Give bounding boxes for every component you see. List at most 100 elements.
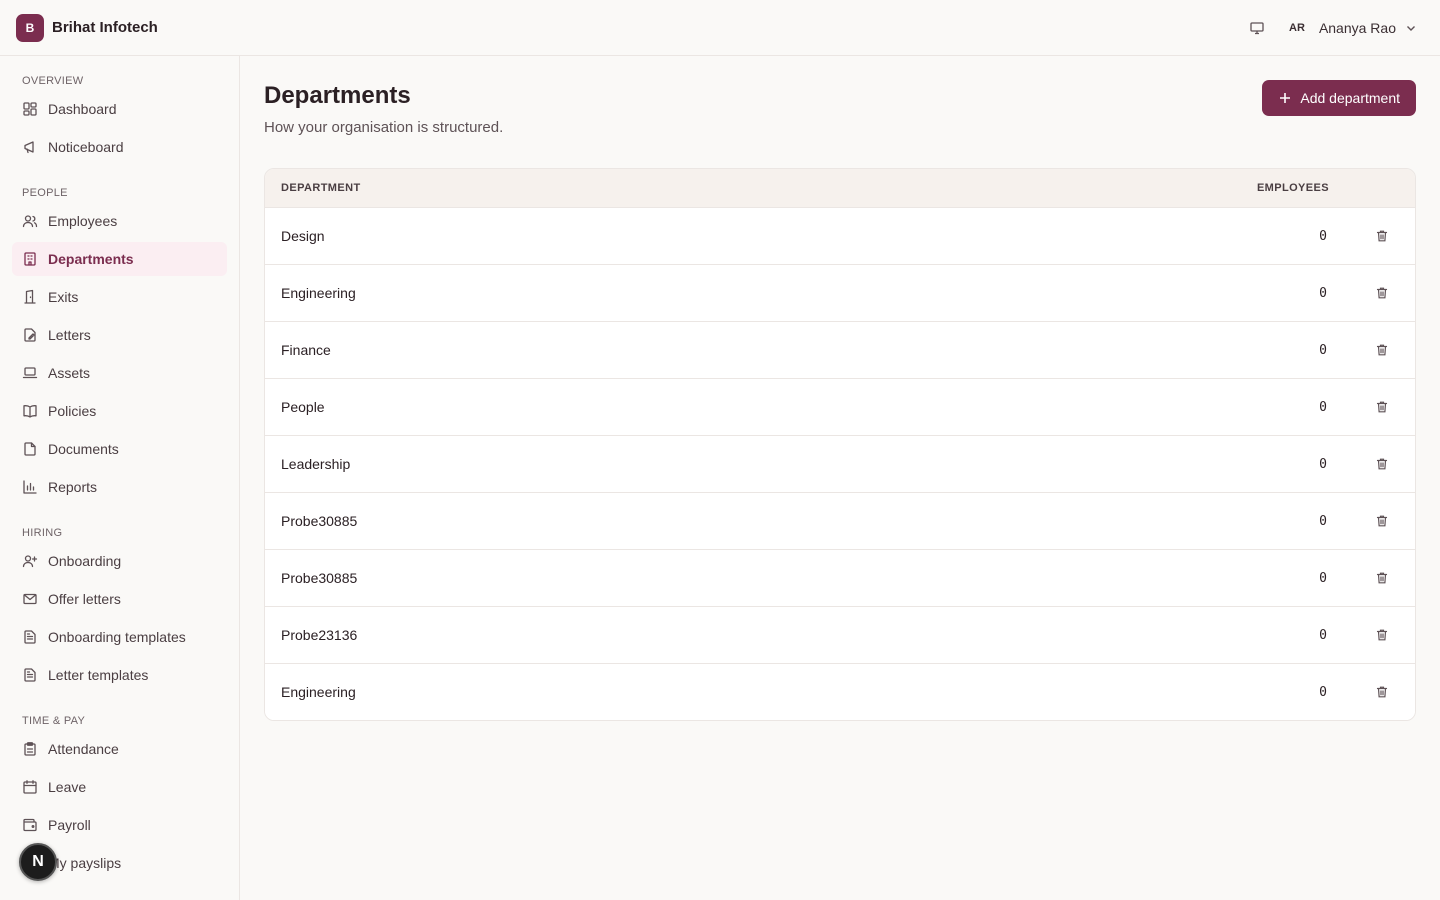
department-name: Probe23136: [281, 627, 358, 643]
table-row[interactable]: Design 0: [265, 208, 1415, 265]
table-row[interactable]: People 0: [265, 379, 1415, 436]
page-subtitle: How your organisation is structured.: [264, 119, 504, 136]
department-name: Engineering: [281, 684, 356, 700]
sidebar-section-1: PEOPLE Employees Departments Exits Letters As…: [12, 186, 227, 508]
trash-icon: [1376, 230, 1388, 242]
user-name[interactable]: Ananya Rao: [1319, 20, 1396, 36]
sidebar-item-label: Attendance: [48, 741, 119, 757]
sidebar-item-leave[interactable]: Leave: [12, 770, 227, 804]
sidebar-section-label: OVERVIEW: [22, 75, 84, 87]
sidebar-item-label: Employees: [48, 213, 118, 229]
employee-count: 0: [1319, 342, 1327, 358]
megaphone-icon: [22, 139, 38, 155]
sidebar-item-label: Departments: [48, 251, 134, 267]
department-name: Engineering: [281, 285, 356, 301]
brand[interactable]: B Brihat Infotech: [16, 13, 158, 42]
table-row[interactable]: Engineering 0: [265, 265, 1415, 322]
user-plus-icon: [22, 553, 38, 569]
sidebar-item-dashboard[interactable]: Dashboard: [12, 92, 227, 126]
sidebar-item-label: Letters: [48, 327, 91, 343]
employee-count: 0: [1319, 228, 1327, 244]
trash-icon: [1376, 344, 1388, 356]
delete-department-button[interactable]: [1367, 449, 1397, 479]
sidebar-item-policies[interactable]: Policies: [12, 394, 227, 428]
department-name: Probe30885: [281, 513, 358, 529]
delete-department-button[interactable]: [1367, 392, 1397, 422]
trash-icon: [1376, 515, 1388, 527]
sidebar-item-letter-templates[interactable]: Letter templates: [12, 658, 227, 692]
table-row[interactable]: Probe30885 0: [265, 550, 1415, 607]
trash-icon: [1376, 572, 1388, 584]
sidebar-item-onboarding[interactable]: Onboarding: [12, 544, 227, 578]
employee-count: 0: [1319, 627, 1327, 643]
sidebar-item-assets[interactable]: Assets: [12, 356, 227, 390]
book-icon: [22, 403, 38, 419]
top-bar: B Brihat Infotech AR Ananya Rao: [0, 0, 1440, 56]
employee-count: 0: [1319, 513, 1327, 529]
employee-count: 0: [1319, 399, 1327, 415]
door-icon: [22, 289, 38, 305]
sidebar-section-label: HIRING: [22, 527, 63, 539]
sidebar-item-attendance[interactable]: Attendance: [12, 732, 227, 766]
trash-icon: [1376, 401, 1388, 413]
sidebar-item-employees[interactable]: Employees: [12, 204, 227, 238]
column-header-employees: EMPLOYEES: [1256, 182, 1329, 194]
sidebar-item-label: Payroll: [48, 817, 91, 833]
sidebar-item-onboarding-templates[interactable]: Onboarding templates: [12, 620, 227, 654]
user-avatar-initials[interactable]: AR: [1289, 22, 1305, 34]
department-name: Leadership: [281, 456, 351, 472]
sidebar-item-documents[interactable]: Documents: [12, 432, 227, 466]
sidebar-item-label: Onboarding: [48, 553, 122, 569]
delete-department-button[interactable]: [1367, 506, 1397, 536]
sidebar-item-offer-letters[interactable]: Offer letters: [12, 582, 227, 616]
sidebar-item-exits[interactable]: Exits: [12, 280, 227, 314]
sidebar-item-label: Policies: [48, 403, 97, 419]
sidebar-item-noticeboard[interactable]: Noticeboard: [12, 130, 227, 164]
sidebar-section-label: PEOPLE: [22, 187, 68, 199]
sidebar-item-label: Leave: [48, 779, 87, 795]
brand-logo: B: [16, 13, 44, 42]
sidebar-item-label: Exits: [48, 289, 79, 305]
add-department-button[interactable]: Add department: [1262, 80, 1416, 116]
bar-chart-icon: [22, 479, 38, 495]
sidebar-item-payroll[interactable]: Payroll: [12, 808, 227, 842]
file-text-icon: [22, 667, 38, 683]
topbar-right: AR Ananya Rao: [1249, 20, 1424, 36]
mail-icon: [22, 591, 38, 607]
sidebar-item-letters[interactable]: Letters: [12, 318, 227, 352]
table-row[interactable]: Probe23136 0: [265, 607, 1415, 664]
table-row[interactable]: Leadership 0: [265, 436, 1415, 493]
brand-name: Brihat Infotech: [52, 19, 158, 36]
sidebar-item-departments[interactable]: Departments: [12, 242, 227, 276]
sidebar-item-reports[interactable]: Reports: [12, 470, 227, 504]
column-header-department: DEPARTMENT: [281, 182, 361, 194]
delete-department-button[interactable]: [1367, 278, 1397, 308]
sidebar-item-label: Offer letters: [48, 591, 121, 607]
floating-n-badge[interactable]: N: [19, 843, 57, 881]
table-row[interactable]: Probe30885 0: [265, 493, 1415, 550]
trash-icon: [1376, 686, 1388, 698]
table-header: DEPARTMENT EMPLOYEES: [265, 169, 1415, 208]
document-icon: [22, 441, 38, 457]
sidebar-item-label: My payslips: [48, 855, 122, 871]
department-name: Finance: [281, 342, 331, 358]
delete-department-button[interactable]: [1367, 563, 1397, 593]
employee-count: 0: [1319, 285, 1327, 301]
page-title: Departments: [264, 82, 411, 109]
employee-count: 0: [1319, 456, 1327, 472]
delete-department-button[interactable]: [1367, 221, 1397, 251]
clipboard-icon: [22, 741, 38, 757]
sidebar-item-label: Letter templates: [48, 667, 149, 683]
table-row[interactable]: Engineering 0: [265, 664, 1415, 720]
sidebar: OVERVIEW Dashboard Noticeboard PEOPLE Employ…: [0, 56, 240, 900]
delete-department-button[interactable]: [1367, 620, 1397, 650]
delete-department-button[interactable]: [1367, 677, 1397, 707]
delete-department-button[interactable]: [1367, 335, 1397, 365]
wallet-icon: [22, 817, 38, 833]
sidebar-section-0: OVERVIEW Dashboard Noticeboard: [12, 74, 227, 168]
employee-count: 0: [1319, 570, 1327, 586]
chevron-down-icon[interactable]: [1404, 21, 1418, 35]
monitor-icon[interactable]: [1249, 20, 1265, 36]
table-row[interactable]: Finance 0: [265, 322, 1415, 379]
add-department-label: Add department: [1300, 90, 1400, 106]
